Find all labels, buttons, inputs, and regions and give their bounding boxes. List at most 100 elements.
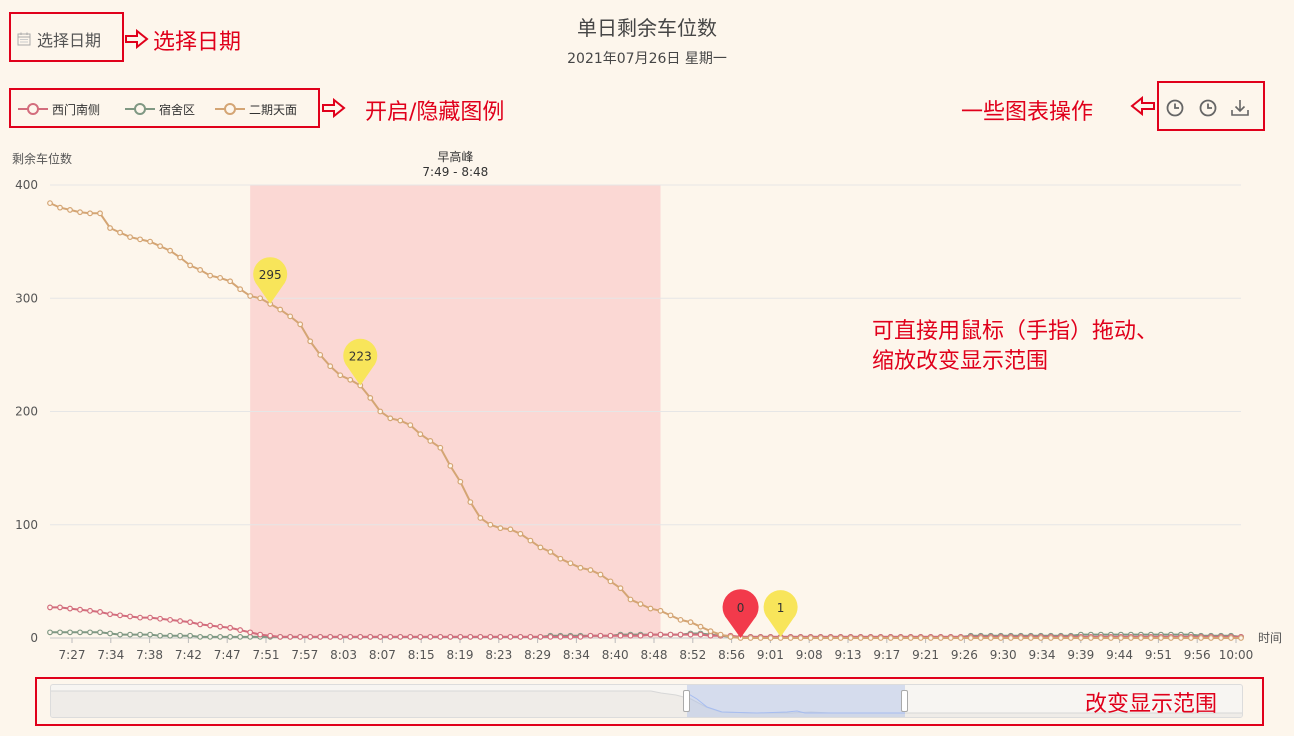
data-point <box>577 564 584 571</box>
data-point <box>527 537 534 544</box>
data-point <box>437 633 444 640</box>
data-point <box>637 632 644 639</box>
data-point <box>287 633 294 640</box>
data-point <box>307 338 314 345</box>
data-point <box>1178 635 1184 641</box>
data-point <box>507 526 514 533</box>
data-point <box>297 633 304 640</box>
x-tick-label: 8:23 <box>485 648 512 662</box>
data-point <box>147 631 153 638</box>
data-point <box>457 478 464 485</box>
data-point <box>167 632 174 639</box>
data-point <box>767 635 774 641</box>
data-point <box>647 605 654 612</box>
data-point <box>267 632 274 639</box>
x-tick-label: 9:34 <box>1029 648 1056 662</box>
data-point <box>117 229 123 236</box>
y-tick-label: 100 <box>15 518 38 532</box>
data-point <box>237 633 244 640</box>
data-point <box>407 422 414 428</box>
data-point <box>307 633 314 640</box>
data-point <box>497 525 504 532</box>
x-tick-label: 8:15 <box>408 648 435 662</box>
data-point <box>487 521 494 528</box>
x-tick-label: 7:51 <box>253 648 280 662</box>
x-tick-label: 7:47 <box>214 648 241 662</box>
data-point <box>887 635 894 641</box>
x-tick-label: 7:38 <box>136 648 163 662</box>
data-point <box>687 619 694 626</box>
data-point <box>477 633 484 640</box>
data-point <box>327 633 334 640</box>
annotation-range-slider: 改变显示范围 <box>1085 692 1218 717</box>
data-point <box>787 635 794 641</box>
x-tick-label: 8:40 <box>602 648 629 662</box>
data-point <box>697 623 704 630</box>
data-point <box>1027 635 1034 641</box>
data-point <box>287 313 294 320</box>
data-point <box>1097 635 1104 641</box>
data-point <box>157 243 163 250</box>
data-point <box>1128 635 1134 641</box>
data-point <box>557 633 564 640</box>
data-point <box>337 633 344 640</box>
data-point <box>427 438 434 444</box>
data-point <box>757 635 764 641</box>
data-point <box>207 272 214 279</box>
data-point <box>987 635 994 641</box>
data-point <box>277 306 284 313</box>
x-tick-label: 9:44 <box>1106 648 1133 662</box>
data-point <box>497 633 504 640</box>
x-axis-label: 时间 <box>1258 631 1282 645</box>
range-slider-selection[interactable] <box>687 685 905 717</box>
data-point <box>1047 635 1054 641</box>
annotation-drag-zoom-2: 缩放改变显示范围 <box>872 349 1049 374</box>
range-slider[interactable] <box>50 684 1243 718</box>
data-point <box>707 628 714 635</box>
data-point <box>1007 635 1014 641</box>
x-tick-label: 9:30 <box>990 648 1017 662</box>
data-point <box>407 633 414 640</box>
range-slider-handle-right[interactable] <box>901 690 908 712</box>
data-point <box>337 372 344 379</box>
x-tick-label: 10:00 <box>1219 648 1254 662</box>
x-tick-label: 8:07 <box>369 648 396 662</box>
data-point <box>847 635 854 641</box>
data-point <box>547 633 554 640</box>
data-point <box>187 632 194 639</box>
x-tick-label: 9:01 <box>757 648 784 662</box>
data-point <box>897 635 904 641</box>
data-point <box>477 515 484 521</box>
data-point <box>247 633 254 640</box>
data-point <box>1228 635 1234 641</box>
data-point <box>247 293 254 299</box>
data-point <box>77 606 83 613</box>
data-point <box>617 632 624 639</box>
x-tick-label: 8:52 <box>679 648 706 662</box>
data-point <box>207 633 214 640</box>
data-point <box>1017 635 1024 641</box>
data-point <box>867 635 874 641</box>
data-point <box>97 609 103 615</box>
line-chart[interactable]: 早高峰7:49 - 8:48 0 100 200 300 400 剩余车位数时间 7:27 7:… <box>0 0 1294 736</box>
data-point <box>1057 635 1064 641</box>
marker-pin[interactable]: 0 <box>722 589 759 638</box>
x-tick-label: 9:17 <box>873 648 900 662</box>
data-point <box>1218 635 1224 641</box>
data-point <box>1188 635 1194 641</box>
marker-pin[interactable]: 1 <box>763 590 798 637</box>
data-point <box>827 635 834 641</box>
data-point <box>607 578 614 585</box>
y-axis-label: 剩余车位数 <box>12 151 72 166</box>
data-point <box>1077 635 1084 641</box>
peak-band-range: 7:49 - 8:48 <box>422 165 488 179</box>
data-point <box>137 236 143 243</box>
data-point <box>447 633 454 640</box>
data-point <box>97 629 103 636</box>
data-point <box>507 633 514 640</box>
data-point <box>57 604 63 611</box>
data-point <box>197 621 204 628</box>
data-point <box>1168 635 1174 641</box>
data-point <box>137 631 143 638</box>
range-slider-handle-left[interactable] <box>683 690 690 712</box>
